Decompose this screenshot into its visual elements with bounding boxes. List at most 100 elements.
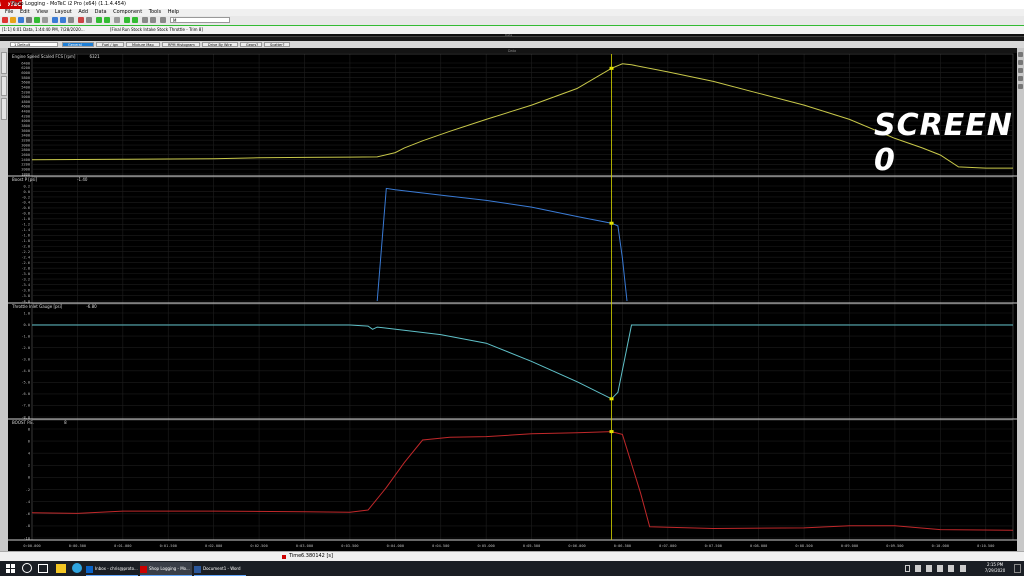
x-tick-label: 0:06.500 — [614, 544, 631, 548]
graph-canvas[interactable]: Data640062006000580056005400520050004800… — [8, 48, 1017, 551]
menu-edit[interactable]: Edit — [20, 9, 30, 15]
tab-general[interactable]: General — [62, 42, 94, 47]
window-titlebar: Shop Logging - MoTeC i2 Pro (x64) (1.1.4… — [0, 0, 1024, 9]
menu-data[interactable]: Data — [95, 9, 107, 15]
notifications-icon[interactable] — [1014, 564, 1021, 573]
cursor-icon[interactable] — [86, 17, 92, 23]
y-tick-label: 2200 — [21, 163, 30, 167]
side-tab-3[interactable] — [1, 98, 7, 120]
plot-label-boost-pe: BOOST P.E. 8 — [10, 420, 67, 426]
x-tick-label: 0:06.000 — [568, 544, 585, 548]
volume-icon[interactable] — [926, 565, 932, 572]
menu-help[interactable]: Help — [168, 9, 179, 15]
properties-icon[interactable] — [1018, 84, 1023, 89]
task-outlook-label: Inbox - chris@proto... — [95, 566, 138, 571]
y-tick-label: 2 — [28, 464, 30, 468]
menu-add[interactable]: Add — [78, 9, 88, 15]
y-tick-label: -1.0 — [21, 217, 30, 221]
network-icon[interactable] — [915, 565, 921, 572]
file-explorer-icon[interactable] — [56, 564, 66, 573]
settings-icon[interactable] — [114, 17, 120, 23]
plot-title-boost-p: Boost P [psi] — [12, 177, 38, 182]
file-name[interactable]: [1:1] 6:01 Data, 1:44:40 PM, 7/28/2020..… — [2, 26, 85, 34]
arrow-left-icon[interactable] — [124, 17, 130, 23]
clock-date: 7/29/2020 — [984, 568, 1006, 573]
y-tick-label: -6.0 — [21, 392, 30, 396]
pan-tool-icon[interactable] — [1018, 68, 1023, 73]
x-tick-label: 0:03.000 — [296, 544, 313, 548]
cursor-tool-icon[interactable] — [1018, 52, 1023, 57]
folder-icon[interactable] — [10, 17, 16, 23]
task-word[interactable]: Document1 - Word — [194, 562, 246, 576]
task-view-icon[interactable] — [38, 564, 48, 573]
status-time-value: 6.380142 [s] — [301, 553, 333, 559]
tab-mixture-map[interactable]: Mixture Map — [126, 42, 160, 47]
right-toolbar — [1017, 48, 1024, 551]
y-tick-label: 4600 — [21, 105, 30, 109]
y-tick-label: 2000 — [21, 167, 30, 171]
window-title: Shop Logging - MoTeC i2 Pro (x64) (1.1.4… — [11, 1, 126, 7]
pointer-icon[interactable] — [42, 17, 48, 23]
y-tick-label: 4800 — [21, 100, 30, 104]
menu-view[interactable]: View — [36, 9, 48, 15]
tab-fuel-ign[interactable]: Fuel / Ign — [96, 42, 124, 47]
dropbox-icon[interactable] — [937, 565, 943, 572]
task-word-label: Document1 - Word — [203, 566, 241, 571]
zoom-in-icon[interactable] — [52, 17, 58, 23]
tab-scatter[interactable]: Scatter? — [264, 42, 290, 47]
tray-chevron-icon[interactable] — [905, 565, 910, 572]
menu-component[interactable]: Component — [113, 9, 142, 15]
y-tick-label: -4.0 — [21, 369, 30, 373]
layout-icon[interactable] — [160, 17, 166, 23]
task-motec[interactable]: Shop Logging - Mo... — [140, 562, 192, 576]
worksheet-selector[interactable]: 1 Default — [10, 42, 58, 47]
screen-overlay-label: SCREEN 0 — [874, 108, 1013, 178]
open-icon[interactable] — [2, 17, 8, 23]
zoom-fit-icon[interactable] — [68, 17, 74, 23]
play-icon[interactable] — [34, 17, 40, 23]
side-tab-2[interactable] — [1, 76, 7, 96]
menu-tools[interactable]: Tools — [149, 9, 161, 15]
menu-layout[interactable]: Layout — [55, 9, 72, 15]
step-forward-icon[interactable] — [104, 17, 110, 23]
series-line-2 — [376, 187, 628, 302]
y-tick-label: 5200 — [21, 90, 30, 94]
task-motec-label: Shop Logging - Mo... — [149, 566, 190, 571]
tab-drive-by-wire[interactable]: Drive By Wire — [202, 42, 238, 47]
home-icon[interactable] — [142, 17, 148, 23]
side-tab-1[interactable] — [1, 52, 7, 74]
browser-icon[interactable] — [72, 563, 82, 573]
print-icon[interactable] — [26, 17, 32, 23]
y-tick-label: -0.2 — [21, 195, 30, 199]
search-icon[interactable] — [22, 563, 32, 573]
windows-start-icon[interactable] — [6, 564, 15, 573]
zoom-tool-icon[interactable] — [1018, 60, 1023, 65]
end-icon[interactable] — [150, 17, 156, 23]
step-back-icon[interactable] — [96, 17, 102, 23]
x-tick-label: 0:07.500 — [705, 544, 722, 548]
time-graph[interactable]: Data 6400 6200 6000 5800 5600 5400 5200 5000 4800… — [8, 48, 1017, 551]
word-icon — [194, 565, 201, 573]
clock[interactable]: 2:15 PM 7/29/2020 — [980, 562, 1010, 574]
y-tick-label: -2.6 — [21, 261, 30, 265]
menu-file[interactable]: File — [5, 9, 13, 15]
plot-title-engine-speed: Engine Speed Scaled FCS [rpm] — [12, 54, 76, 59]
onedrive-icon[interactable] — [948, 565, 954, 572]
marker-icon[interactable] — [78, 17, 84, 23]
y-tick-label: -8 — [26, 524, 30, 528]
y-tick-label: -2.4 — [21, 255, 30, 259]
task-outlook[interactable]: Inbox - chris@proto... — [86, 562, 138, 576]
tab-rpm-histogram[interactable]: RPM Histogram — [162, 42, 200, 47]
save-icon[interactable] — [18, 17, 24, 23]
x-tick-label: 0:08.500 — [795, 544, 812, 548]
zoom-out-icon[interactable] — [60, 17, 66, 23]
toolbar-select[interactable]: M — [170, 17, 230, 23]
plot-label-throttle-inlet: Throttle Inlet Gauge [psi] -6.80 — [10, 304, 97, 310]
wifi-icon[interactable] — [960, 565, 966, 572]
measure-tool-icon[interactable] — [1018, 76, 1023, 81]
tab-gears[interactable]: Gears? — [240, 42, 262, 47]
y-tick-label: -3.0 — [21, 272, 30, 276]
plot-title-boost-pe: BOOST P.E. — [12, 420, 35, 425]
arrow-right-icon[interactable] — [132, 17, 138, 23]
plot-title-throttle-inlet: Throttle Inlet Gauge [psi] — [12, 304, 63, 309]
